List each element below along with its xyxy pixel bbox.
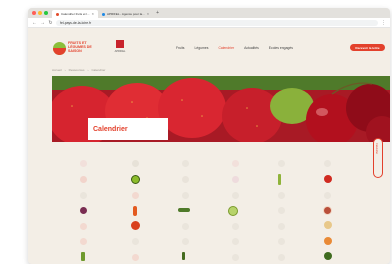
lime-icon[interactable] [228, 206, 238, 216]
produce-icon[interactable] [278, 207, 285, 214]
forward-icon[interactable]: → [40, 20, 45, 26]
close-window-icon[interactable] [32, 11, 36, 15]
reload-icon[interactable]: ↻ [48, 20, 53, 26]
breadcrumb-resources[interactable]: Ressources [69, 68, 85, 72]
produce-icon[interactable] [80, 160, 87, 167]
fig-icon[interactable] [80, 207, 87, 214]
produce-icon[interactable] [80, 176, 87, 183]
hazelnut-icon[interactable] [324, 221, 332, 229]
produce-icon[interactable] [324, 192, 331, 199]
browser-tab-2[interactable]: APRIFEL - Agence pour la... ✕ [98, 10, 153, 18]
asparagus-icon[interactable] [81, 252, 85, 261]
site-favicon-icon [102, 12, 106, 16]
produce-icon[interactable] [278, 238, 285, 245]
browser-tab-title: Calendrier fruits et l... [61, 12, 90, 16]
browser-tab-1[interactable]: Calendrier fruits et l... ✕ [52, 10, 99, 18]
produce-icon[interactable] [80, 223, 87, 230]
produce-icon[interactable] [182, 160, 189, 167]
produce-icon[interactable] [80, 238, 87, 245]
side-calendar-tab[interactable]: Calendrier [373, 138, 383, 178]
nav-item-legumes[interactable]: Légumes [194, 46, 208, 50]
tomato-icon[interactable] [131, 221, 140, 230]
produce-icon[interactable] [132, 192, 139, 199]
pumpkin-icon[interactable] [324, 237, 332, 245]
produce-icon[interactable] [182, 176, 189, 183]
produce-icon[interactable] [182, 192, 189, 199]
produce-icon[interactable] [182, 223, 189, 230]
breadcrumb-home[interactable]: Accueil [52, 68, 62, 72]
produce-icon[interactable] [278, 254, 285, 261]
newsletter-button-label: Recevoir la lettre [355, 45, 380, 50]
url-input[interactable]: fel-pays-de-la-loire.fr [56, 19, 378, 26]
browser-menu-icon[interactable]: ⋮ [381, 20, 386, 26]
carrot-icon[interactable] [133, 206, 137, 216]
pomegranate-icon[interactable] [324, 175, 332, 183]
page-title: Calendrier [88, 118, 168, 140]
leek-icon[interactable] [278, 174, 281, 185]
produce-icon[interactable] [232, 192, 239, 199]
onion-icon[interactable] [323, 206, 332, 215]
browser-window: Calendrier fruits et l... ✕ APRIFEL - Ag… [28, 8, 390, 264]
side-calendar-tab-label: Calendrier [375, 143, 378, 155]
maximize-window-icon[interactable] [44, 11, 48, 15]
produce-icon[interactable] [80, 192, 87, 199]
produce-icon[interactable] [132, 254, 139, 261]
produce-icon[interactable] [232, 238, 239, 245]
new-tab-icon[interactable]: + [156, 10, 159, 16]
address-bar-row: ← → ↻ fel-pays-de-la-loire.fr ⋮ [28, 18, 390, 28]
site-logo-icon[interactable] [53, 42, 66, 55]
produce-icon[interactable] [232, 160, 239, 167]
nav-item-calendrier[interactable]: Calendrier [218, 46, 234, 50]
main-navigation: Fruits Légumes Calendrier Actualités Eco… [176, 46, 293, 50]
close-tab-icon[interactable]: ✕ [92, 12, 95, 16]
browser-tab-bar: Calendrier fruits et l... ✕ APRIFEL - Ag… [28, 8, 390, 18]
minimize-window-icon[interactable] [38, 11, 42, 15]
partner-logo-mark-icon [116, 40, 124, 48]
close-tab-icon[interactable]: ✕ [147, 12, 150, 16]
site-favicon-icon [56, 12, 59, 16]
chive-icon[interactable] [182, 252, 185, 260]
nav-item-ecoles[interactable]: Ecoles engagés [269, 46, 293, 50]
partner-logo[interactable]: APRIFEL [110, 40, 130, 55]
nav-item-actualites[interactable]: Actualités [244, 46, 259, 50]
screenshot-stage: Calendrier fruits et l... ✕ APRIFEL - Ag… [0, 0, 392, 264]
site-header: FRUITS ET LÉGUMES DE SAISON APRIFEL Frui… [28, 28, 390, 66]
nav-item-fruits[interactable]: Fruits [176, 46, 184, 50]
produce-icon[interactable] [232, 223, 239, 230]
partner-logo-label: APRIFEL [114, 50, 126, 53]
breadcrumb: Accueil › Ressources › Calendrier [52, 68, 105, 72]
url-text: fel-pays-de-la-loire.fr [60, 20, 92, 25]
broccoli-icon[interactable] [324, 252, 332, 260]
page-title-text: Calendrier [93, 125, 128, 133]
browser-tab-title: APRIFEL - Agence pour la... [107, 12, 145, 16]
breadcrumb-separator-icon: › [64, 68, 66, 72]
peas-icon[interactable] [178, 208, 190, 212]
produce-icon[interactable] [278, 160, 285, 167]
window-controls [32, 11, 48, 15]
produce-icon[interactable] [132, 160, 139, 167]
kiwi-icon[interactable] [131, 175, 140, 184]
produce-icon[interactable] [132, 238, 139, 245]
produce-icon[interactable] [182, 238, 189, 245]
site-logo-text[interactable]: FRUITS ET LÉGUMES DE SAISON [68, 41, 92, 54]
newsletter-button[interactable]: Recevoir la lettre [350, 44, 385, 51]
back-icon[interactable]: ← [32, 20, 37, 26]
produce-icon[interactable] [278, 223, 285, 230]
produce-icon[interactable] [324, 160, 331, 167]
breadcrumb-separator-icon: › [87, 68, 89, 72]
breadcrumb-current: Calendrier [91, 68, 106, 72]
produce-icon[interactable] [278, 192, 285, 199]
produce-icon[interactable] [232, 176, 239, 183]
produce-icon[interactable] [232, 254, 239, 261]
